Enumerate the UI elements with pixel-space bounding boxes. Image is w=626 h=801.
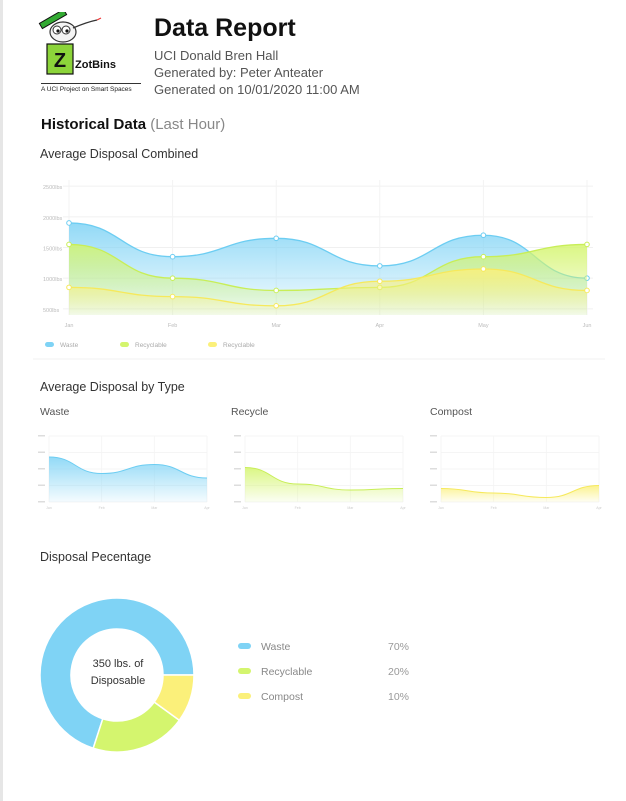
legend-label: Waste [60, 342, 79, 349]
y-tick-mark [430, 468, 437, 470]
report-generated-by: Generated by: Peter Anteater [154, 65, 324, 80]
y-tick-mark [38, 451, 45, 453]
y-tick-mark [430, 435, 437, 437]
recyclable-legend-percent: 20% [388, 666, 410, 678]
waste-legend-label: Waste [261, 641, 291, 653]
y-tick-label: 1000lbs [43, 277, 63, 283]
data-point [66, 241, 72, 248]
x-tick-label: Feb [99, 506, 105, 510]
waste-legend-percent: 70% [388, 641, 410, 653]
recycle-chart-title: Recycle [231, 406, 269, 418]
data-point [169, 293, 176, 300]
x-tick-label: Feb [168, 323, 177, 329]
y-tick-mark [38, 501, 45, 503]
data-point [273, 235, 279, 242]
x-tick-label: Feb [295, 506, 301, 510]
data-point [273, 287, 279, 294]
legend-label: Recyclable [135, 342, 167, 349]
compost-legend-percent: 10% [388, 691, 410, 703]
svg-text:Z: Z [54, 50, 66, 72]
compost-legend-swatch [238, 693, 251, 699]
legend-swatch [120, 342, 129, 347]
x-tick-label: Apr [376, 323, 385, 329]
y-tick-mark [430, 501, 437, 503]
legend-swatch [208, 342, 217, 347]
x-tick-label: Jun [583, 323, 592, 329]
compost-mini-chart: Jan Feb Mar Apr [430, 435, 603, 510]
data-point [66, 220, 72, 226]
historical-data-heading: Historical Data (Last Hour) [41, 116, 225, 133]
y-tick-mark [38, 484, 45, 486]
compost-chart-title: Compost [430, 406, 473, 418]
logo-text: ZotBins [75, 59, 116, 71]
combined-chart-title: Average Disposal Combined [40, 147, 199, 161]
y-tick-label: 2000lbs [43, 216, 63, 222]
y-tick-mark [234, 484, 241, 486]
y-tick-mark [234, 468, 241, 470]
data-point [480, 253, 487, 260]
y-tick-mark [234, 501, 241, 503]
y-tick-mark [38, 435, 45, 437]
x-tick-label: Apr [400, 506, 406, 510]
x-tick-label: Jan [438, 506, 444, 510]
x-tick-label: Mar [151, 506, 158, 510]
data-point [584, 287, 590, 294]
waste-mini-chart: Jan Feb Mar Apr [38, 435, 211, 510]
y-tick-mark [430, 484, 437, 486]
page-title: Data Report [154, 14, 296, 42]
y-tick-mark [234, 435, 241, 437]
data-point [169, 253, 176, 260]
waste-legend-swatch [238, 643, 251, 649]
x-tick-label: Jan [65, 323, 74, 329]
recyclable-legend-swatch [238, 668, 251, 674]
historical-data-suffix: (Last Hour) [150, 116, 226, 133]
x-tick-label: Mar [347, 506, 354, 510]
data-point [273, 302, 279, 309]
series-area [441, 485, 599, 502]
historical-data-title: Historical Data [41, 116, 147, 133]
x-tick-label: Jan [242, 506, 248, 510]
report-location: UCI Donald Bren Hall [154, 48, 279, 63]
recyclable-legend-label: Recyclable [261, 666, 313, 678]
logo-tagline: A UCI Project on Smart Spaces [41, 83, 141, 93]
x-tick-label: Mar [543, 506, 550, 510]
y-tick-mark [38, 468, 45, 470]
by-type-title: Average Disposal by Type [40, 380, 185, 394]
data-point [480, 266, 487, 272]
data-point [169, 275, 176, 281]
y-tick-mark [234, 451, 241, 453]
donut-center-line1: 350 lbs. of [92, 658, 144, 670]
donut-center-line2: Disposable [90, 675, 146, 687]
y-tick-mark [430, 451, 437, 453]
y-tick-label: 500lbs [43, 308, 59, 314]
donut-center-label: 350 lbs. of Disposable [73, 656, 163, 690]
x-tick-label: Mar [271, 323, 281, 329]
y-tick-label: 1500lbs [43, 247, 63, 253]
combined-chart: 2500lbs 2000lbs 1500lbs 1000lbs 500lbs Jan Feb… [33, 180, 605, 360]
report-generated-on: Generated on 10/01/2020 11:00 AM [154, 82, 360, 97]
x-tick-label: Jan [46, 506, 52, 510]
x-tick-label: Apr [596, 506, 602, 510]
data-point [66, 284, 72, 291]
y-tick-label: 2500lbs [43, 185, 63, 191]
data-point [480, 232, 487, 239]
recycle-mini-chart: Jan Feb Mar Apr [234, 435, 407, 510]
legend-label: Recyclable [223, 342, 255, 349]
percentage-title: Disposal Pecentage [40, 550, 152, 564]
compost-legend-label: Compost [261, 691, 304, 703]
data-point [584, 241, 590, 248]
x-tick-label: Apr [204, 506, 210, 510]
x-tick-label: May [478, 323, 489, 329]
waste-chart-title: Waste [40, 406, 70, 418]
data-point [377, 263, 383, 269]
legend-swatch [45, 342, 54, 347]
report-page: Z ZotBins A UCI Project on Smart Spaces … [0, 0, 626, 801]
x-tick-label: Feb [491, 506, 497, 510]
data-point [377, 278, 383, 285]
series-area [245, 467, 403, 502]
